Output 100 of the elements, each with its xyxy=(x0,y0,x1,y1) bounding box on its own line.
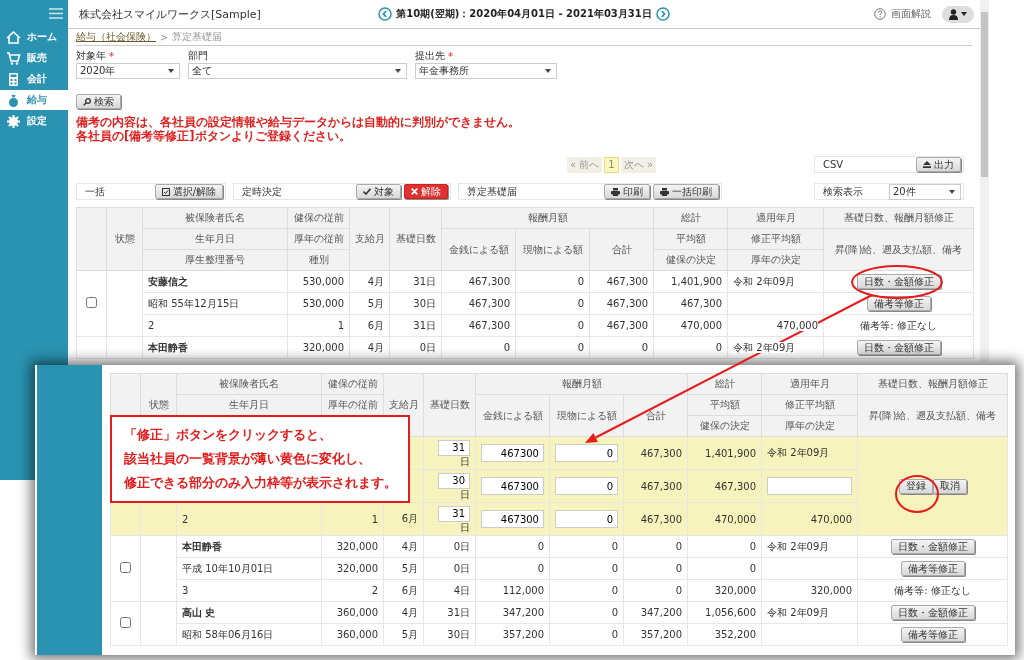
column-header: 金銭による額 xyxy=(441,228,516,271)
notice-text: 備考の内容は、各社員の設定情報や給与データからは自動的に判別ができません。 xyxy=(76,115,521,129)
column-header: 被保険者氏名 xyxy=(142,207,288,229)
sidebar-item[interactable]: 会計 xyxy=(0,69,68,89)
action-button[interactable]: 印刷 xyxy=(604,184,650,199)
check-icon xyxy=(363,188,371,195)
table-cell: 令和 2年09月 xyxy=(767,447,830,458)
select-field[interactable]: 全て xyxy=(188,63,407,79)
caret-icon xyxy=(949,190,955,194)
printer-icon xyxy=(611,187,620,196)
input-field[interactable]: 0 xyxy=(555,444,618,462)
printer-icon xyxy=(660,187,669,196)
page-size-select[interactable]: 20件 xyxy=(889,184,961,200)
menu-icon[interactable] xyxy=(49,8,63,19)
column-header: 報酬月額 xyxy=(441,207,654,229)
sidebar-item[interactable]: 給与 xyxy=(0,90,68,110)
input-field[interactable]: 467300 xyxy=(481,510,544,528)
unit-label: 日 xyxy=(459,455,470,467)
table-cell: 470,000 xyxy=(810,513,852,525)
row-checkbox[interactable] xyxy=(120,562,131,573)
row-checkbox[interactable] xyxy=(86,297,97,308)
action-button[interactable]: 日数・金額修正 xyxy=(856,340,941,355)
table-cell: 令和 2年09月 xyxy=(733,275,796,287)
unit-label: 日 xyxy=(459,521,470,533)
table-cell: 467,300 xyxy=(623,502,688,536)
x-icon xyxy=(411,188,418,195)
table-cell: 1 xyxy=(321,502,384,536)
sidebar-item[interactable]: 設定 xyxy=(0,111,68,131)
action-button[interactable]: 日数・金額修正 xyxy=(890,539,975,554)
panel-label: 算定基礎届 xyxy=(467,184,517,199)
action-button[interactable]: 登録 xyxy=(898,478,933,494)
select-field[interactable]: 年金事務所 xyxy=(415,63,557,79)
search-button[interactable]: 検索 xyxy=(76,94,121,109)
action-button[interactable]: 対象 xyxy=(356,184,401,199)
help-icon[interactable] xyxy=(874,8,886,20)
input-field[interactable]: 30 xyxy=(438,472,470,489)
column-header: 適用年月 xyxy=(761,373,858,395)
row-checkbox[interactable] xyxy=(120,617,131,628)
table-cell: 安藤信之 xyxy=(142,270,288,293)
action-button[interactable]: 備考等修正 xyxy=(900,627,965,642)
column-header: 支給月 xyxy=(349,207,390,271)
input-field[interactable]: 31 xyxy=(438,505,470,522)
column-header: 健保の従前 xyxy=(321,373,384,395)
input-field[interactable]: 467300 xyxy=(481,444,544,462)
action-button[interactable]: 一括印刷 xyxy=(653,184,719,199)
action-button[interactable]: 取消 xyxy=(932,478,967,494)
settings-icon xyxy=(6,113,21,129)
scrollbar[interactable] xyxy=(980,0,989,362)
input-field[interactable]: 0 xyxy=(555,477,618,495)
action-button[interactable]: 日数・金額修正 xyxy=(856,274,941,289)
column-header: 現物による額 xyxy=(549,394,624,437)
caret-icon xyxy=(545,69,551,73)
table-cell: 平成 10年10月01日 xyxy=(176,557,322,580)
calculator-icon xyxy=(6,71,21,87)
field-label: 提出先 xyxy=(415,49,445,63)
breadcrumb-link[interactable]: 給与（社会保険） xyxy=(76,30,156,44)
column-header: 昇(降)給、遡及支払額、備考 xyxy=(857,394,1008,437)
sidebar-item[interactable]: ホーム xyxy=(0,27,68,47)
table-cell: 昭和 58年06月16日 xyxy=(176,623,322,646)
scrollbar-thumb[interactable] xyxy=(981,12,988,177)
panel-label: 定時決定 xyxy=(242,184,282,199)
required-mark: * xyxy=(109,50,114,62)
column-header: 基礎日数 xyxy=(423,373,476,437)
highlight-ellipse xyxy=(895,475,939,513)
column-header: 合計 xyxy=(589,228,654,271)
column-header: 報酬月額 xyxy=(475,373,688,395)
input-field[interactable]: 0 xyxy=(555,510,618,528)
input-field[interactable] xyxy=(767,477,852,495)
input-field[interactable]: 467300 xyxy=(481,477,544,495)
panel-label: 検索表示 xyxy=(823,184,863,199)
company-name: 株式会社スマイルワークス[Sample] xyxy=(78,6,262,22)
table-cell: 320,000 xyxy=(810,585,852,596)
export-button[interactable]: 出力 xyxy=(916,157,961,172)
required-mark: * xyxy=(448,50,453,62)
column-header: 状態 xyxy=(106,207,143,271)
home-icon xyxy=(6,29,21,45)
chevron-left-icon[interactable] xyxy=(378,7,393,21)
caret-icon xyxy=(168,69,174,73)
action-button[interactable]: 日数・金額修正 xyxy=(890,605,975,620)
select-field[interactable]: 2020年 xyxy=(76,63,180,79)
table-cell: 備考等: 修正なし xyxy=(857,579,1008,602)
user-menu-button[interactable] xyxy=(942,5,974,23)
input-field[interactable]: 31 xyxy=(438,439,470,456)
table-cell: 467,300 xyxy=(623,436,688,470)
table-cell: 令和 2年09月 xyxy=(733,341,796,353)
sidebar-item[interactable]: 販売 xyxy=(0,48,68,68)
action-button[interactable]: 備考等修正 xyxy=(900,561,965,576)
chevron-right-icon[interactable] xyxy=(655,7,670,21)
column-header: 総計 xyxy=(687,373,762,395)
unit-label: 日 xyxy=(459,488,470,500)
table-cell: 本田静香 xyxy=(176,535,322,558)
select-all-button[interactable]: 選択/解除 xyxy=(154,184,223,199)
breadcrumb-current: 算定基礎届 xyxy=(172,30,223,44)
action-button[interactable]: 解除 xyxy=(404,184,448,199)
column-header: 基礎日数、報酬月額修正 xyxy=(823,207,974,229)
column-header: 金銭による額 xyxy=(475,394,550,437)
help-link[interactable]: 画面解説 xyxy=(891,7,931,21)
column-header: 現物による額 xyxy=(515,228,590,271)
table-cell: 令和 2年09月 xyxy=(767,540,830,552)
table-cell: 2 xyxy=(142,314,288,337)
